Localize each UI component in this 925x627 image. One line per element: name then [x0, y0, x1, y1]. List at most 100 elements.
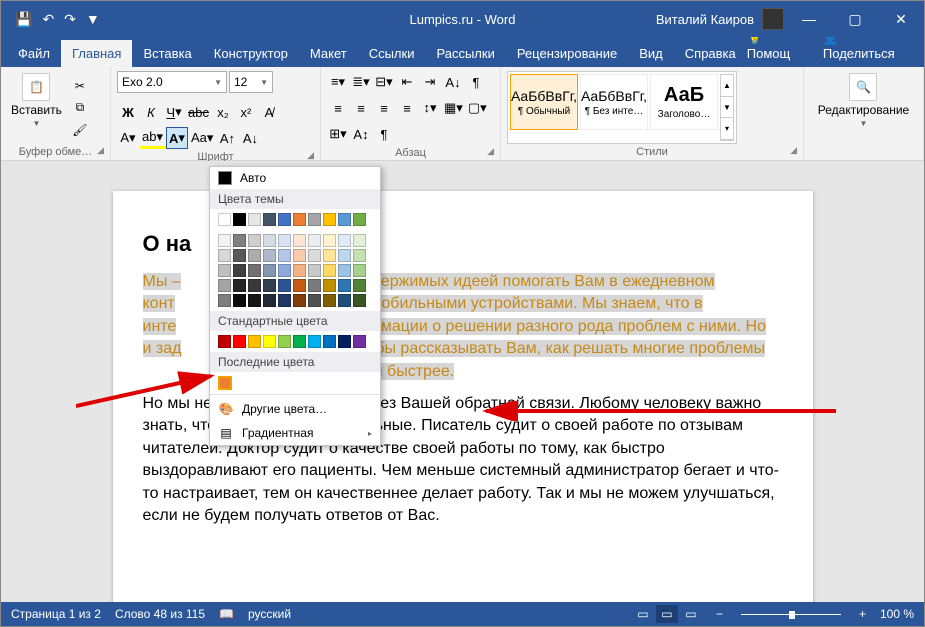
grow-font-button[interactable]: A↑: [216, 127, 238, 149]
color-swatch[interactable]: [248, 249, 261, 262]
undo-icon[interactable]: ↶: [42, 11, 54, 28]
color-swatch[interactable]: [293, 213, 306, 226]
tab-file[interactable]: Файл: [7, 40, 61, 67]
sort-az-button[interactable]: A↕: [350, 123, 372, 145]
zoom-in-button[interactable]: +: [859, 607, 866, 621]
color-swatch[interactable]: [218, 213, 231, 226]
color-swatch[interactable]: [308, 249, 321, 262]
color-swatch[interactable]: [323, 279, 336, 292]
color-swatch[interactable]: [233, 234, 246, 247]
color-swatch[interactable]: [293, 234, 306, 247]
color-swatch[interactable]: [353, 264, 366, 277]
color-swatch[interactable]: [248, 335, 261, 348]
tab-design[interactable]: Конструктор: [203, 40, 299, 67]
web-layout-button[interactable]: ▭: [680, 605, 702, 623]
color-swatch[interactable]: [338, 335, 351, 348]
save-icon[interactable]: 💾: [15, 11, 32, 28]
word-count[interactable]: Слово 48 из 115: [115, 607, 205, 621]
sort-button[interactable]: A↓: [442, 71, 464, 93]
font-size-combo[interactable]: 12▼: [229, 71, 273, 93]
color-swatch[interactable]: [218, 234, 231, 247]
color-swatch[interactable]: [338, 234, 351, 247]
shrink-font-button[interactable]: A↓: [239, 127, 261, 149]
tab-mailings[interactable]: Рассылки: [425, 40, 505, 67]
color-swatch[interactable]: [263, 294, 276, 307]
color-swatch[interactable]: [293, 335, 306, 348]
color-swatch[interactable]: [263, 234, 276, 247]
bold-button[interactable]: Ж: [117, 101, 139, 123]
superscript-button[interactable]: x²: [235, 101, 257, 123]
color-swatch[interactable]: [218, 249, 231, 262]
tab-references[interactable]: Ссылки: [358, 40, 426, 67]
color-swatch[interactable]: [323, 335, 336, 348]
color-swatch[interactable]: [248, 213, 261, 226]
highlight-button[interactable]: ab▾: [140, 127, 165, 149]
color-swatch[interactable]: [248, 234, 261, 247]
align-right-button[interactable]: ≡: [373, 97, 395, 119]
color-swatch[interactable]: [293, 279, 306, 292]
style-no-spacing[interactable]: АаБбВвГг,¶ Без инте…: [580, 74, 648, 130]
color-swatch[interactable]: [353, 249, 366, 262]
tab-help[interactable]: Справка: [674, 40, 747, 67]
maximize-button[interactable]: ▢: [832, 1, 878, 37]
color-swatch[interactable]: [263, 264, 276, 277]
cut-button[interactable]: ✂: [70, 76, 90, 96]
color-swatch[interactable]: [323, 249, 336, 262]
paragraph-settings-button[interactable]: ⊞▾: [327, 123, 349, 145]
color-swatch[interactable]: [263, 279, 276, 292]
color-swatch[interactable]: [323, 234, 336, 247]
multilevel-button[interactable]: ⊟▾: [373, 71, 395, 93]
italic-button[interactable]: К: [140, 101, 162, 123]
color-swatch[interactable]: [323, 294, 336, 307]
color-swatch[interactable]: [248, 264, 261, 277]
borders-button[interactable]: ▢▾: [466, 97, 489, 119]
color-swatch[interactable]: [218, 279, 231, 292]
subscript-button[interactable]: x₂: [212, 101, 234, 123]
redo-icon[interactable]: ↷: [64, 11, 76, 28]
shading-button[interactable]: ▦▾: [442, 97, 465, 119]
color-swatch[interactable]: [233, 249, 246, 262]
color-swatch[interactable]: [293, 264, 306, 277]
color-swatch[interactable]: [248, 279, 261, 292]
increase-indent-button[interactable]: ⇥: [419, 71, 441, 93]
copy-button[interactable]: ⧉: [70, 98, 90, 118]
color-swatch[interactable]: [308, 279, 321, 292]
color-swatch[interactable]: [308, 335, 321, 348]
gradient-fill[interactable]: ▤ Градиентная ▸: [210, 421, 380, 445]
color-swatch[interactable]: [278, 335, 291, 348]
color-swatch[interactable]: [353, 335, 366, 348]
color-swatch[interactable]: [218, 294, 231, 307]
gallery-more-icon[interactable]: ▾: [721, 118, 733, 140]
style-heading1[interactable]: АаБЗаголово…: [650, 74, 718, 130]
gallery-up-icon[interactable]: ▲: [721, 75, 733, 97]
numbering-button[interactable]: ≣▾: [350, 71, 372, 93]
color-swatch[interactable]: [353, 294, 366, 307]
spell-check-icon[interactable]: 📖: [219, 607, 234, 621]
color-swatch[interactable]: [293, 249, 306, 262]
align-center-button[interactable]: ≡: [350, 97, 372, 119]
zoom-out-button[interactable]: −: [716, 607, 723, 621]
justify-button[interactable]: ≡: [396, 97, 418, 119]
tab-home[interactable]: Главная: [61, 40, 132, 67]
color-swatch[interactable]: [233, 335, 246, 348]
color-swatch[interactable]: [293, 294, 306, 307]
tab-view[interactable]: Вид: [628, 40, 674, 67]
zoom-level[interactable]: 100 %: [880, 607, 914, 621]
color-swatch[interactable]: [308, 264, 321, 277]
color-swatch[interactable]: [338, 279, 351, 292]
close-button[interactable]: ✕: [878, 1, 924, 37]
page-indicator[interactable]: Страница 1 из 2: [11, 607, 101, 621]
color-swatch[interactable]: [263, 213, 276, 226]
paste-button[interactable]: 📋 Вставить ▼: [7, 71, 66, 144]
editing-button[interactable]: 🔍 Редактирование ▼: [814, 71, 913, 144]
align-left-button[interactable]: ≡: [327, 97, 349, 119]
clear-format-button[interactable]: A̸: [258, 101, 280, 123]
color-swatch[interactable]: [263, 249, 276, 262]
color-swatch[interactable]: [353, 234, 366, 247]
color-swatch[interactable]: [233, 264, 246, 277]
color-swatch[interactable]: [218, 264, 231, 277]
color-auto[interactable]: Авто: [210, 167, 380, 189]
color-swatch[interactable]: [233, 213, 246, 226]
color-swatch[interactable]: [338, 294, 351, 307]
color-swatch[interactable]: [263, 335, 276, 348]
